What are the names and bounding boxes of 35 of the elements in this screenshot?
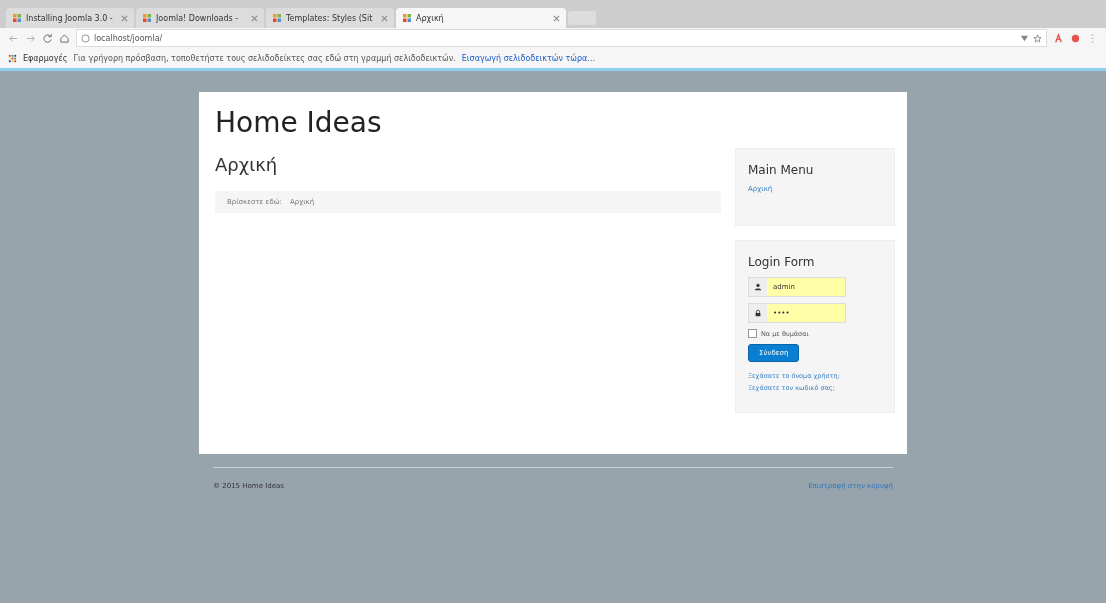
joomla-logo-icon (12, 13, 22, 23)
extension-icon[interactable] (1070, 32, 1081, 44)
panel-title: Main Menu (748, 163, 815, 177)
apps-grid-icon[interactable] (8, 53, 17, 63)
extension-icon[interactable] (1053, 32, 1064, 44)
user-icon (754, 283, 762, 291)
close-icon[interactable] (381, 14, 388, 22)
filter-icon[interactable] (1020, 33, 1029, 43)
lock-icon (754, 309, 762, 317)
joomla-logo-icon (272, 13, 282, 23)
joomla-logo-icon (402, 13, 412, 23)
home-icon[interactable] (59, 32, 70, 44)
page-heading: Αρχική (215, 153, 279, 175)
browser-tab[interactable]: Templates: Styles (Sit (266, 8, 394, 28)
star-icon[interactable] (1033, 33, 1042, 43)
joomla-logo-icon (142, 13, 152, 23)
browser-tab[interactable]: Installing Joomla 3.0 - (6, 8, 134, 28)
site-title[interactable]: Home Ideas (215, 106, 895, 140)
browser-tab[interactable]: Joomla! Downloads - (136, 8, 264, 28)
close-icon[interactable] (251, 14, 258, 22)
tab-title: Joomla! Downloads - (156, 13, 240, 23)
remember-checkbox[interactable] (748, 329, 757, 338)
reload-icon[interactable] (42, 32, 53, 44)
close-icon[interactable] (553, 14, 560, 22)
import-bookmarks-link[interactable]: Εισαγωγή σελιδοδεικτών τώρα... (461, 53, 595, 63)
tab-title: Installing Joomla 3.0 - (26, 13, 114, 23)
bookmarks-hint: Για γρήγορη πρόσβαση, τοποθετήστε τους σελιδοδείκτες σας εδώ στη γραμμή σελιδοδεικτών. (73, 53, 456, 63)
browser-tab[interactable]: Αρχική (396, 8, 566, 28)
apps-link[interactable]: Εφαρμογές (23, 53, 68, 63)
tab-title: Αρχική (416, 13, 445, 23)
panel-title: Login Form (748, 255, 816, 269)
address-field[interactable]: localhost/joomla/ (76, 29, 1047, 47)
tab-title: Templates: Styles (Sit (286, 13, 374, 23)
close-icon[interactable] (121, 14, 128, 22)
page-icon (81, 33, 90, 43)
